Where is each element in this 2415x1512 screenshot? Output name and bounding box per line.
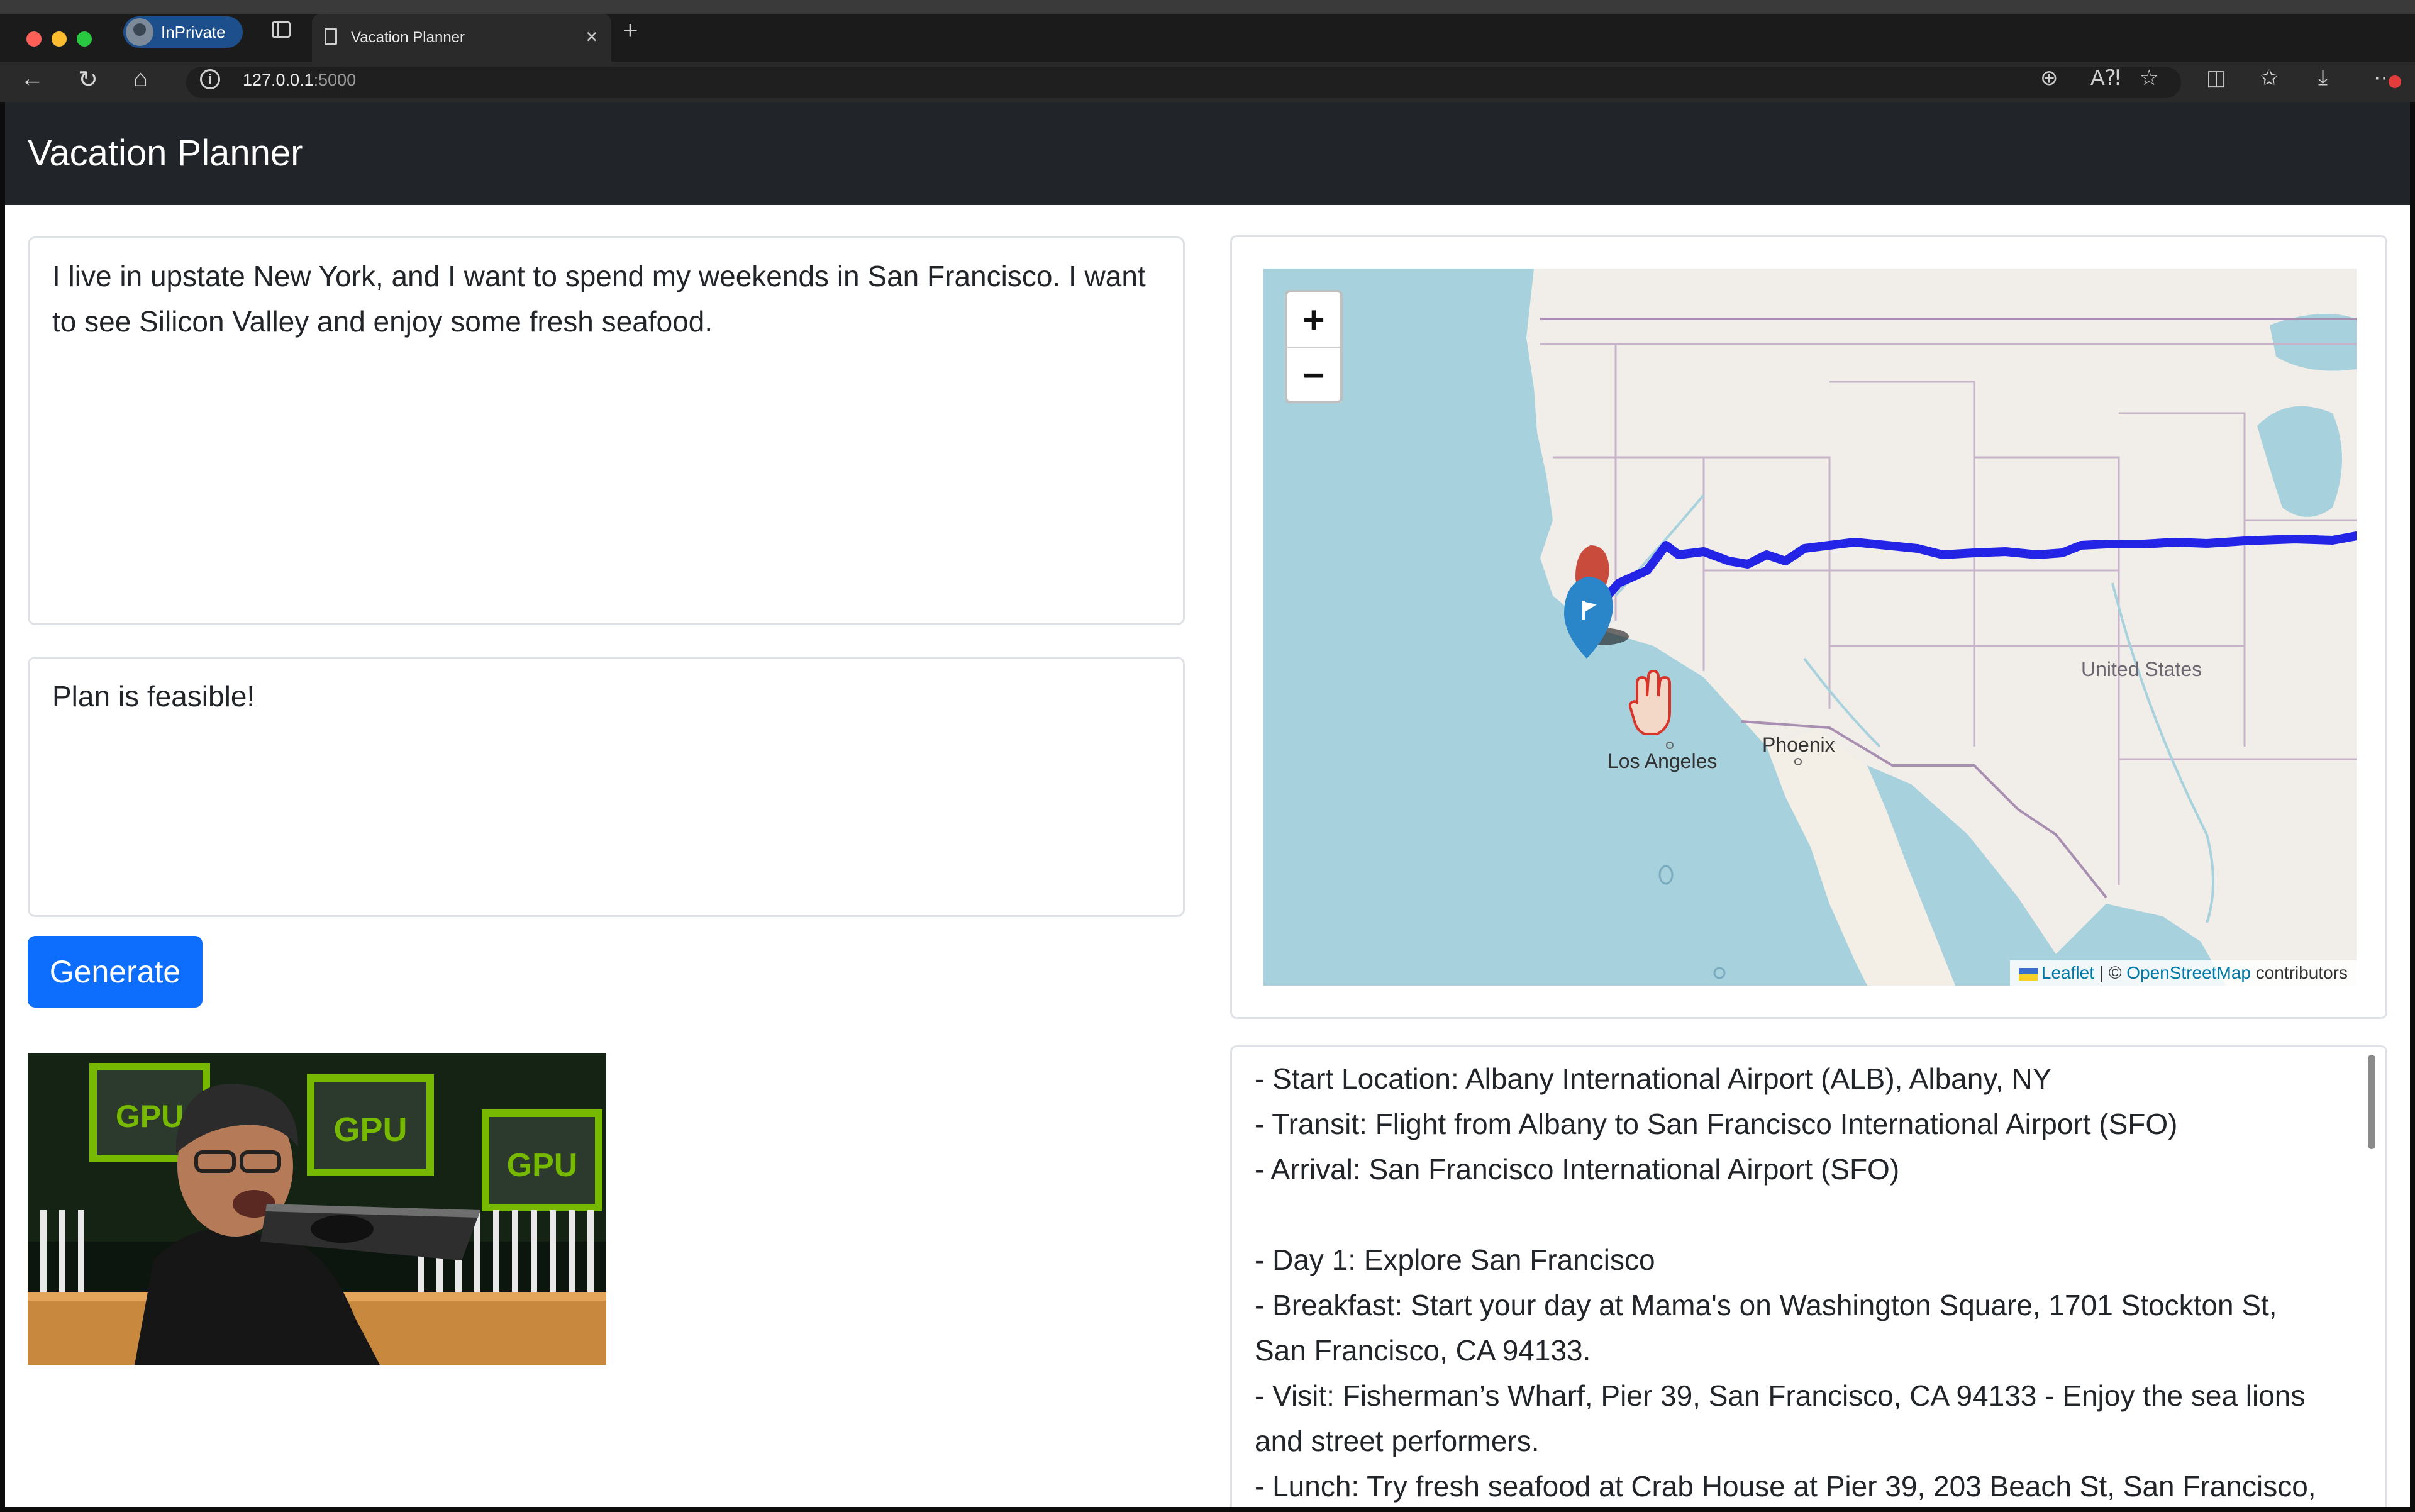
tab-title: Vacation Planner (351, 29, 465, 46)
tab-close-icon[interactable]: × (586, 25, 597, 48)
url-field[interactable] (186, 67, 2181, 98)
favorite-star-icon[interactable]: ☆ (2140, 65, 2158, 91)
new-tab-button[interactable]: + (623, 15, 638, 45)
maximize-window-button[interactable] (77, 31, 92, 47)
map-attribution: Leaflet | © OpenStreetMap contributors (2009, 960, 2357, 986)
tab-vacation-planner[interactable]: Vacation Planner × (312, 14, 611, 62)
inprivate-label: InPrivate (161, 22, 226, 42)
url-host: 127.0.0.1 (243, 70, 314, 89)
close-window-button[interactable] (26, 31, 42, 47)
split-screen-icon[interactable]: ◫ (2206, 65, 2226, 91)
itinerary-panel[interactable]: - Start Location: Albany International A… (1230, 1045, 2387, 1507)
app-navbar: Vacation Planner (5, 102, 2410, 205)
downloads-icon[interactable]: ⤓ (2318, 65, 2328, 90)
map-tiles: United States Phoenix Los Angeles (1263, 269, 2357, 986)
itinerary-line: - Day 1: Explore San Francisco (1255, 1243, 1655, 1276)
itinerary-list: - Start Location: Albany International A… (1255, 1056, 2324, 1507)
window-top-edge (0, 0, 2415, 14)
leaflet-link[interactable]: Leaflet (2041, 963, 2094, 982)
openstreetmap-link[interactable]: OpenStreetMap (2126, 963, 2251, 982)
label-los-angeles: Los Angeles (1607, 750, 1717, 772)
attribution-contributors: contributors (2255, 963, 2348, 982)
app-title[interactable]: Vacation Planner (28, 132, 303, 174)
itinerary-line: - Transit: Flight from Albany to San Fra… (1255, 1108, 2178, 1140)
ukraine-flag-icon (2018, 967, 2038, 981)
notification-dot (2389, 75, 2401, 88)
gpu-photo: GPU GPU GPU (28, 1053, 606, 1365)
itinerary-line: - Lunch: Try fresh seafood at Crab House… (1255, 1470, 2316, 1503)
gpu-sign-2: GPU (307, 1074, 434, 1176)
itinerary-line: - Visit: Fisherman’s Wharf, Pier 39, San… (1255, 1379, 2306, 1457)
status-textarea[interactable]: Plan is feasible! (28, 657, 1185, 917)
read-aloud-icon[interactable]: A⁈ (2090, 65, 2121, 91)
itinerary-line: - Start Location: Albany International A… (1255, 1062, 2052, 1095)
generate-button[interactable]: Generate (28, 936, 203, 1008)
minimize-window-button[interactable] (52, 31, 67, 47)
zoom-out-button[interactable]: − (1287, 348, 1340, 402)
map-card: United States Phoenix Los Angeles + − Le… (1230, 235, 2387, 1019)
prompt-text: I live in upstate New York, and I want t… (52, 260, 1146, 338)
label-phoenix: Phoenix (1762, 733, 1835, 756)
home-icon[interactable]: ⌂ (133, 65, 148, 92)
zoom-control: + − (1285, 290, 1343, 403)
zoom-in-button[interactable]: + (1287, 292, 1340, 348)
gpu-sign-text-1: GPU (116, 1099, 184, 1134)
favorites-icon[interactable]: ✩ (2260, 65, 2279, 91)
itinerary-scrollbar[interactable] (2368, 1055, 2375, 1149)
itinerary-line (1255, 1192, 2324, 1237)
photo-illustration: GPU GPU GPU (28, 1053, 606, 1365)
page-icon (325, 28, 337, 45)
inprivate-badge[interactable]: InPrivate (123, 16, 243, 48)
url-port: :5000 (313, 70, 357, 89)
itinerary-line: - Breakfast: Start your day at Mama's on… (1255, 1289, 2277, 1367)
gpu-sign-text-3: GPU (507, 1147, 578, 1184)
status-text: Plan is feasible! (52, 680, 255, 713)
route-map[interactable]: United States Phoenix Los Angeles + − Le… (1263, 269, 2357, 986)
attribution-separator: | © (2099, 963, 2122, 982)
page-content: Vacation Planner I live in upstate New Y… (5, 102, 2410, 1507)
refresh-icon[interactable]: ↻ (78, 65, 98, 94)
prompt-textarea[interactable]: I live in upstate New York, and I want t… (28, 236, 1185, 625)
profile-avatar-icon (126, 18, 153, 46)
gpu-sign-3: GPU (482, 1109, 602, 1211)
back-icon[interactable]: ← (20, 65, 44, 92)
zoom-icon[interactable]: ⊕ (2040, 65, 2058, 91)
gpu-sign-text-2: GPU (333, 1111, 407, 1148)
label-united-states: United States (2081, 658, 2202, 681)
url-text[interactable]: 127.0.0.1:5000 (243, 70, 356, 90)
itinerary-line: - Arrival: San Francisco International A… (1255, 1153, 1900, 1186)
tab-actions-icon[interactable] (272, 21, 291, 38)
site-info-icon[interactable]: i (200, 69, 220, 89)
